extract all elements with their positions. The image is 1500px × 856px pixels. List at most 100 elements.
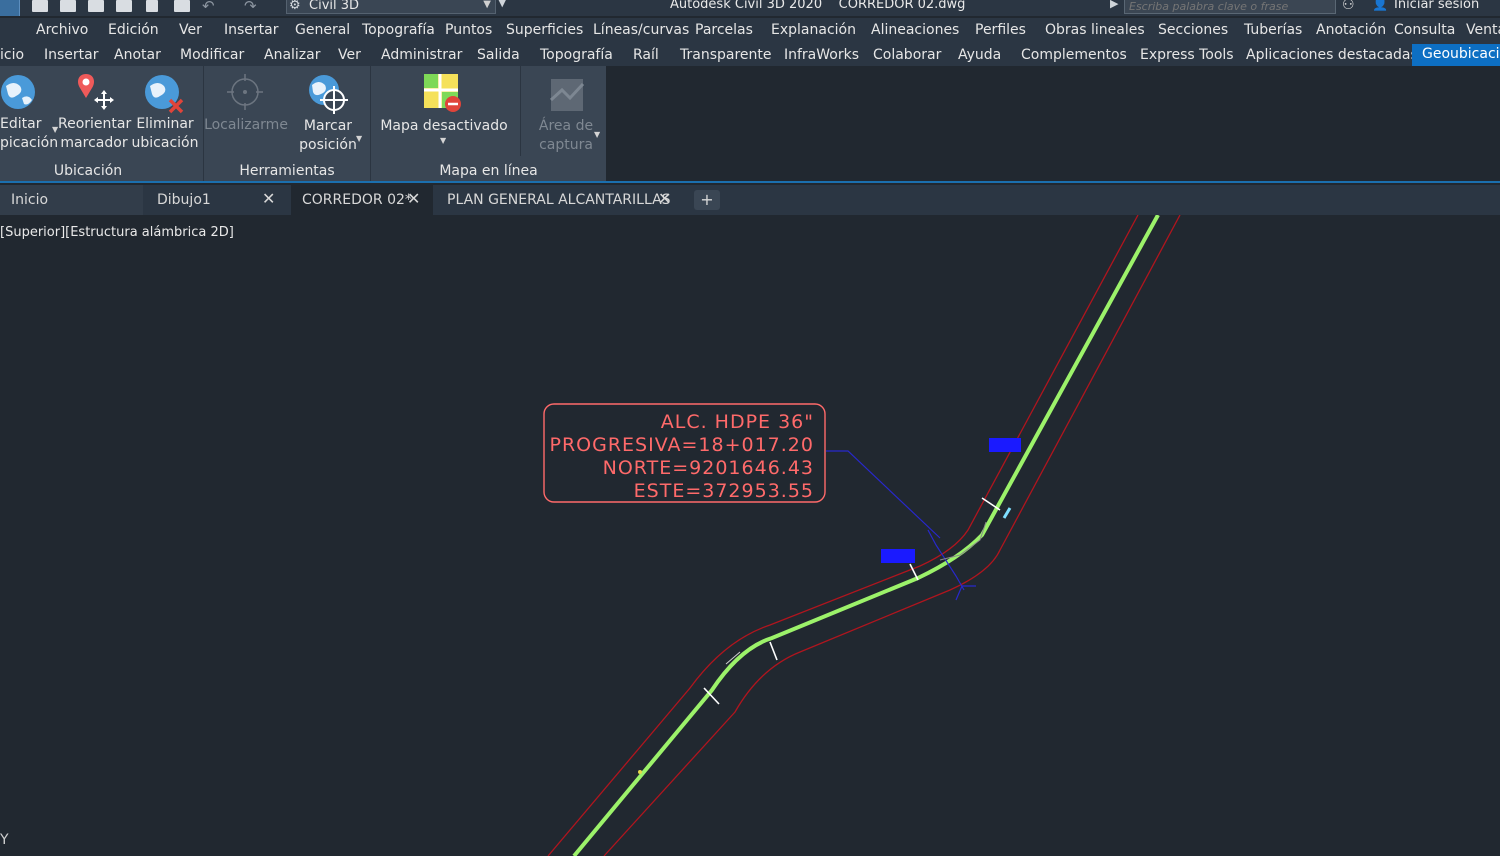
locate-me-button[interactable]: Localizarme [204, 116, 288, 135]
menu-tuberias[interactable]: Tuberías [1244, 22, 1302, 38]
annotation-line-1: ALC. HDPE 36" [661, 411, 814, 433]
edit-location-button[interactable]: Editar picación [0, 115, 58, 153]
close-icon[interactable]: ✕ [658, 189, 671, 208]
menu-superficies[interactable]: Superficies [506, 22, 583, 38]
annotation-callout[interactable]: ALC. HDPE 36" PROGRESIVA=18+017.20 NORTE… [543, 403, 826, 503]
delete-location-button[interactable]: Eliminar ubicación [130, 115, 200, 153]
workspace-dropdown[interactable]: ⚙ Civil 3D ▼ [286, 0, 496, 14]
save-icon[interactable] [88, 0, 104, 12]
doc-tab-plan-general[interactable]: PLAN GENERAL ALCANTARILLAS ✕ [436, 185, 686, 215]
tab-aplicaciones-destacadas[interactable]: Aplicaciones destacadas [1246, 47, 1418, 63]
doc-tab-label: CORREDOR 02* [302, 192, 412, 208]
corridor-edge-right [603, 215, 1181, 856]
drawing-canvas[interactable]: ALC. HDPE 36" PROGRESIVA=18+017.20 NORTE… [0, 215, 1500, 856]
save-as-icon[interactable] [116, 0, 132, 12]
user-icon[interactable]: 👤 [1372, 0, 1388, 12]
binoculars-icon[interactable]: ⚇ [1342, 0, 1355, 13]
plot-icon[interactable] [146, 0, 158, 12]
viewport-label[interactable]: [Superior][Estructura alámbrica 2D] [0, 225, 234, 240]
tab-ayuda[interactable]: Ayuda [958, 47, 1001, 63]
chevron-down-icon[interactable]: ▼ [440, 136, 446, 145]
map-off-icon[interactable] [422, 72, 464, 114]
title-bar: D ↶ ↷ ⚙ Civil 3D ▼ ▼ Autodesk Civil 3D 2… [0, 0, 1500, 16]
menu-lineas-curvas[interactable]: Líneas/curvas [593, 22, 689, 38]
close-icon[interactable]: ✕ [407, 189, 420, 208]
culvert-crossing-gray [939, 521, 987, 561]
tab-salida[interactable]: Salida [477, 47, 520, 63]
menu-consulta[interactable]: Consulta [1394, 22, 1455, 38]
signin-link[interactable]: Iniciar sesión [1394, 0, 1479, 12]
customize-qa-icon[interactable]: ▼ [498, 0, 506, 9]
map-off-button[interactable]: Mapa desactivado [380, 117, 508, 136]
new-tab-button[interactable]: + [694, 190, 720, 210]
menu-obras-lineales[interactable]: Obras lineales [1045, 22, 1145, 38]
chevron-down-icon[interactable]: ▼ [594, 130, 600, 139]
menu-venta[interactable]: Venta [1466, 22, 1500, 38]
tab-insertar[interactable]: Insertar [44, 47, 99, 63]
print-icon[interactable] [174, 0, 190, 12]
menu-bar: Archivo Edición Ver Insertar General Top… [0, 18, 1500, 44]
tab-geoubicacion[interactable]: Geoubicació [1412, 44, 1500, 66]
map-pin-move-icon[interactable] [74, 72, 114, 112]
menu-secciones[interactable]: Secciones [1158, 22, 1228, 38]
menu-insertar[interactable]: Insertar [224, 22, 279, 38]
tab-analizar[interactable]: Analizar [264, 47, 321, 63]
doc-tab-inicio[interactable]: Inicio [0, 185, 143, 215]
ribbon-tab-bar: icio Insertar Anotar Modificar Analizar … [0, 44, 1500, 66]
doc-tab-label: Dibujo1 [157, 192, 211, 208]
close-icon[interactable]: ✕ [262, 189, 275, 208]
app-logo-icon[interactable]: D [0, 0, 20, 16]
capture-area-button[interactable]: Área de captura [530, 117, 602, 155]
station-tick [1002, 507, 1012, 519]
menu-puntos[interactable]: Puntos [445, 22, 492, 38]
menu-anotacion[interactable]: Anotación [1316, 22, 1386, 38]
ribbon-separator [520, 66, 521, 156]
undo-icon[interactable]: ↶ [202, 0, 215, 15]
window-title: Autodesk Civil 3D 2020 CORREDOR 02.dwg [670, 0, 966, 12]
capture-area-icon[interactable] [548, 76, 588, 116]
doc-tab-label: Inicio [11, 192, 49, 208]
reorient-marker-button[interactable]: Reorientar marcador [58, 115, 131, 153]
gear-icon: ⚙ [289, 0, 301, 13]
redo-icon[interactable]: ↷ [244, 0, 257, 15]
tab-ver[interactable]: Ver [338, 47, 361, 63]
mark-position-button[interactable]: Marcar posición [290, 117, 366, 155]
document-tab-bar: Inicio Dibujo1 ✕ CORREDOR 02* ✕ PLAN GEN… [0, 185, 1500, 215]
tab-complementos[interactable]: Complementos [1021, 47, 1127, 63]
search-box[interactable] [1124, 0, 1336, 14]
search-input[interactable] [1125, 0, 1335, 14]
menu-general[interactable]: General [295, 22, 350, 38]
menu-archivo[interactable]: Archivo [36, 22, 88, 38]
annotation-line-4: ESTE=372953.55 [634, 480, 814, 502]
tab-express-tools[interactable]: Express Tools [1140, 47, 1234, 63]
doc-tab-corredor[interactable]: CORREDOR 02* ✕ [291, 185, 433, 215]
menu-edicion[interactable]: Edición [108, 22, 159, 38]
globe-mark-position-icon[interactable] [306, 72, 350, 114]
menu-alineaciones[interactable]: Alineaciones [871, 22, 959, 38]
tab-rail[interactable]: Raíl [633, 47, 659, 63]
menu-explanacion[interactable]: Explanación [771, 22, 856, 38]
tab-transparente[interactable]: Transparente [680, 47, 772, 63]
menu-ver[interactable]: Ver [179, 22, 202, 38]
doc-tab-dibujo1[interactable]: Dibujo1 ✕ [146, 185, 286, 215]
tab-modificar[interactable]: Modificar [180, 47, 244, 63]
menu-topografia[interactable]: Topografía [362, 22, 435, 38]
tab-infraworks[interactable]: InfraWorks [784, 47, 859, 63]
globe-delete-icon[interactable] [144, 72, 186, 114]
chevron-down-icon[interactable]: ▼ [356, 134, 362, 143]
crosshair-icon[interactable] [226, 72, 266, 112]
culvert-block [881, 549, 915, 563]
annotation-line-3: NORTE=9201646.43 [603, 457, 814, 479]
tab-topografia[interactable]: Topografía [540, 47, 613, 63]
menu-parcelas[interactable]: Parcelas [695, 22, 753, 38]
new-file-icon[interactable] [32, 0, 48, 12]
menu-perfiles[interactable]: Perfiles [975, 22, 1026, 38]
globe-edit-icon[interactable] [0, 72, 40, 112]
corridor-edge-left [547, 215, 1139, 856]
tab-colaborar[interactable]: Colaborar [873, 47, 941, 63]
open-folder-icon[interactable] [60, 0, 76, 12]
tab-inicio-ribbon[interactable]: icio [0, 47, 24, 63]
search-expand-icon[interactable]: ▶ [1110, 0, 1118, 10]
tab-administrar[interactable]: Administrar [381, 47, 462, 63]
tab-anotar[interactable]: Anotar [114, 47, 161, 63]
